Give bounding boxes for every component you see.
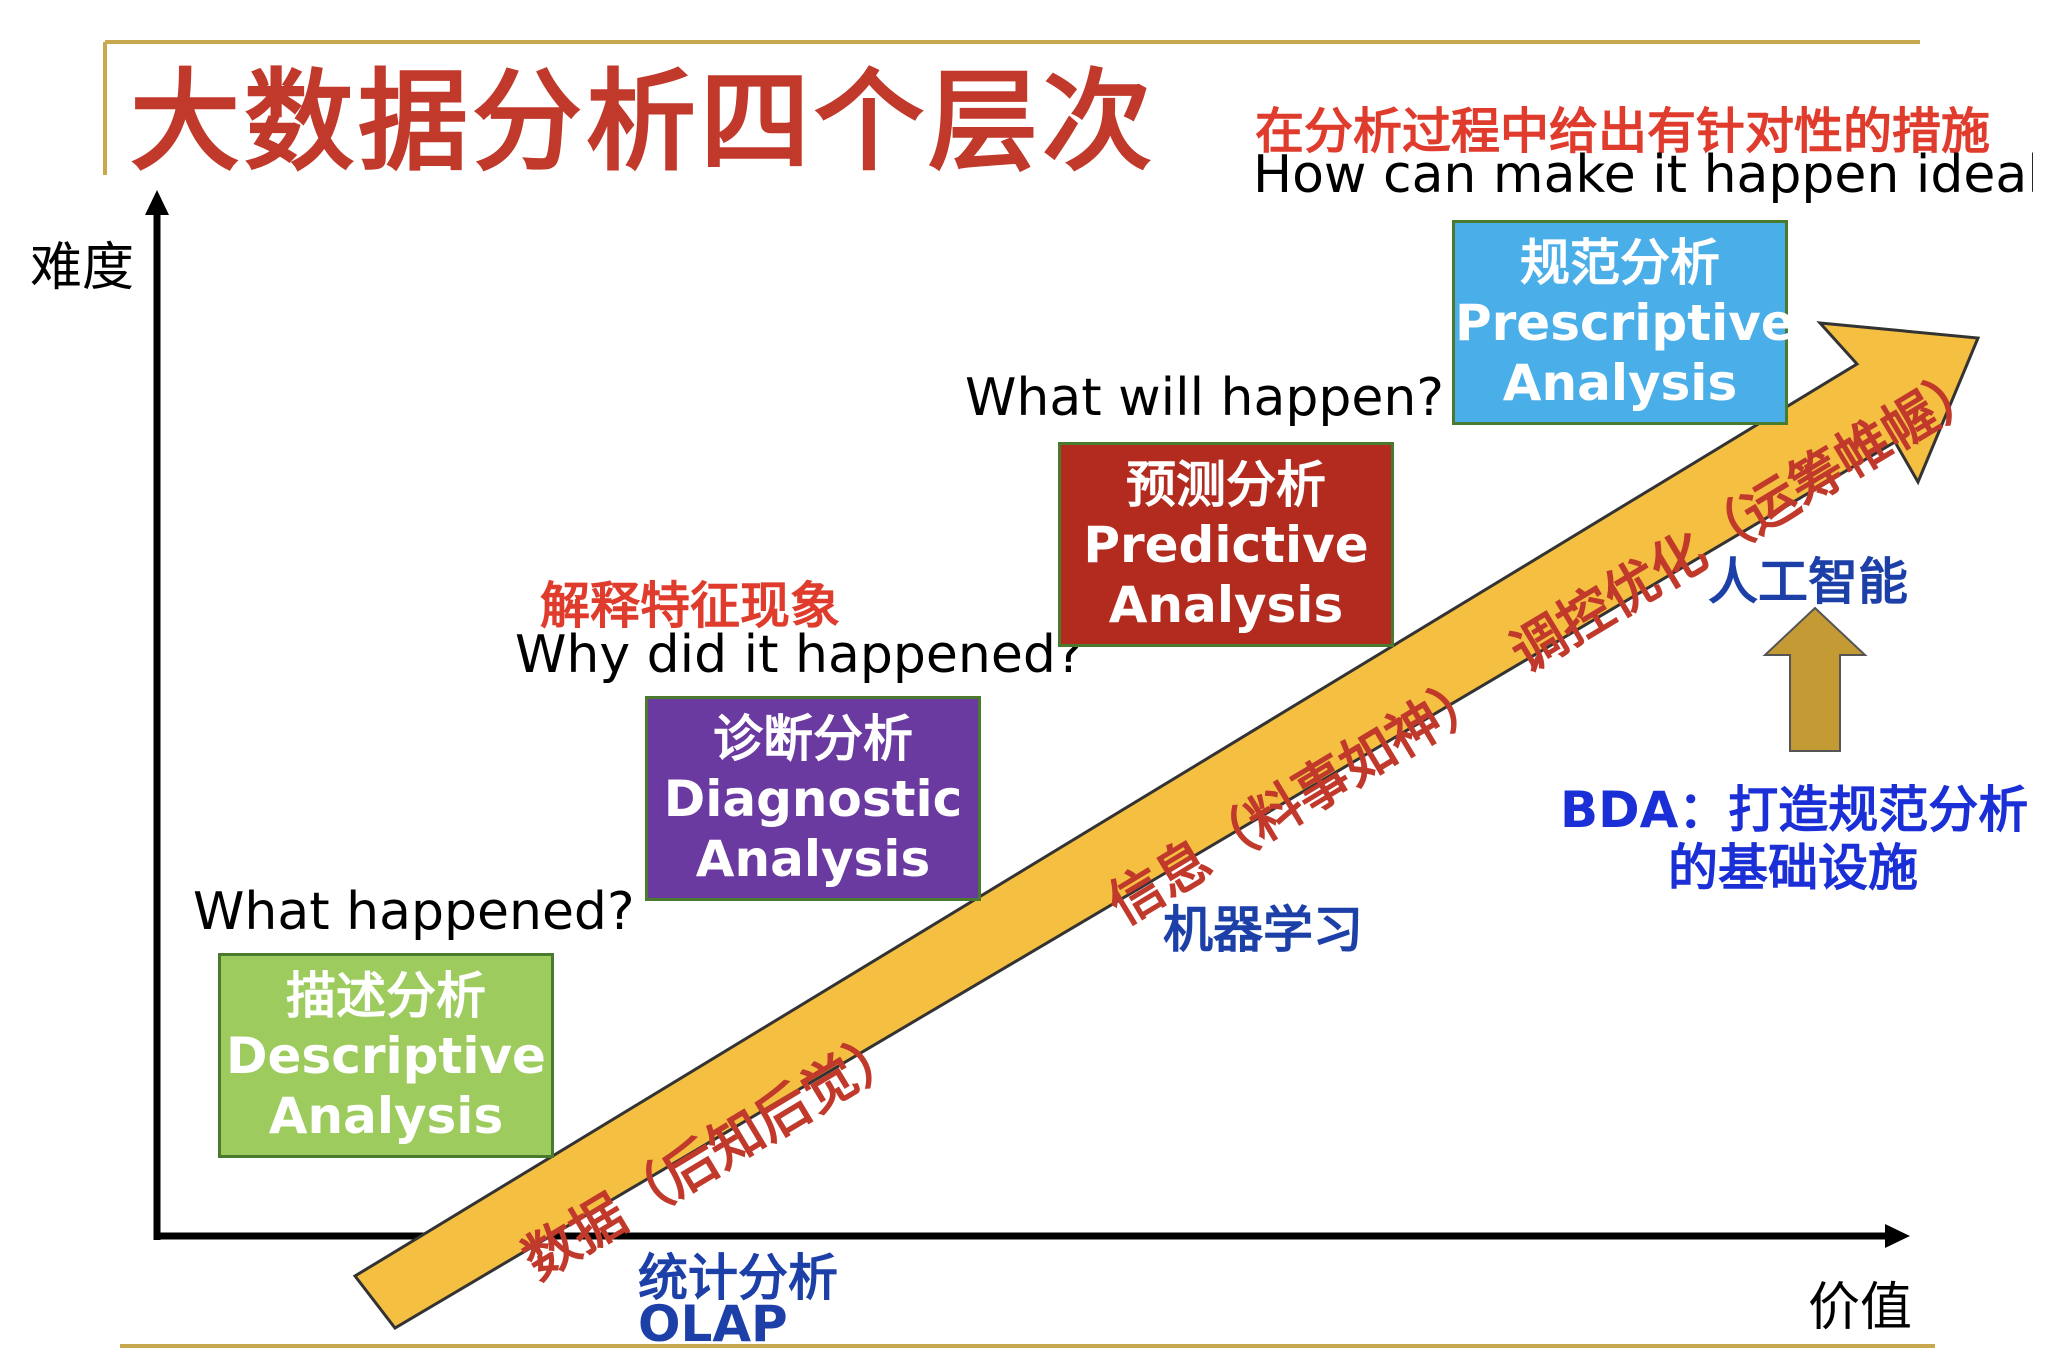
label-bda-line2: 的基础设施 [1668,839,1918,897]
question-predictive: What will happen? [965,368,1444,428]
question-prescriptive: How can make it happen ideally? [1253,145,2033,205]
box-prescriptive-zh: 规范分析 [1520,233,1720,292]
question-descriptive: What happened? [193,882,635,942]
box-predictive-en: Predictive Analysis [1083,515,1369,634]
box-prescriptive-en: Prescriptive Analysis [1455,293,1795,412]
box-descriptive-en: Descriptive Analysis [226,1026,546,1145]
up-arrow-icon [1762,606,1868,752]
box-predictive-analysis: 预测分析 Predictive Analysis [1058,442,1394,647]
box-diagnostic-analysis: 诊断分析 Diagnostic Analysis [645,696,981,901]
box-prescriptive-analysis: 规范分析 Prescriptive Analysis [1452,220,1795,425]
label-olap: OLAP [638,1295,788,1353]
label-artificial-intelligence: 人工智能 [1708,553,1908,611]
box-diagnostic-zh: 诊断分析 [713,709,913,768]
box-descriptive-zh: 描述分析 [286,966,486,1025]
box-diagnostic-en: Diagnostic Analysis [663,769,963,888]
question-diagnostic: Why did it happened? [515,625,1084,685]
label-machine-learning: 机器学习 [1163,901,1363,959]
box-predictive-zh: 预测分析 [1126,455,1326,514]
box-descriptive-analysis: 描述分析 Descriptive Analysis [218,953,554,1158]
